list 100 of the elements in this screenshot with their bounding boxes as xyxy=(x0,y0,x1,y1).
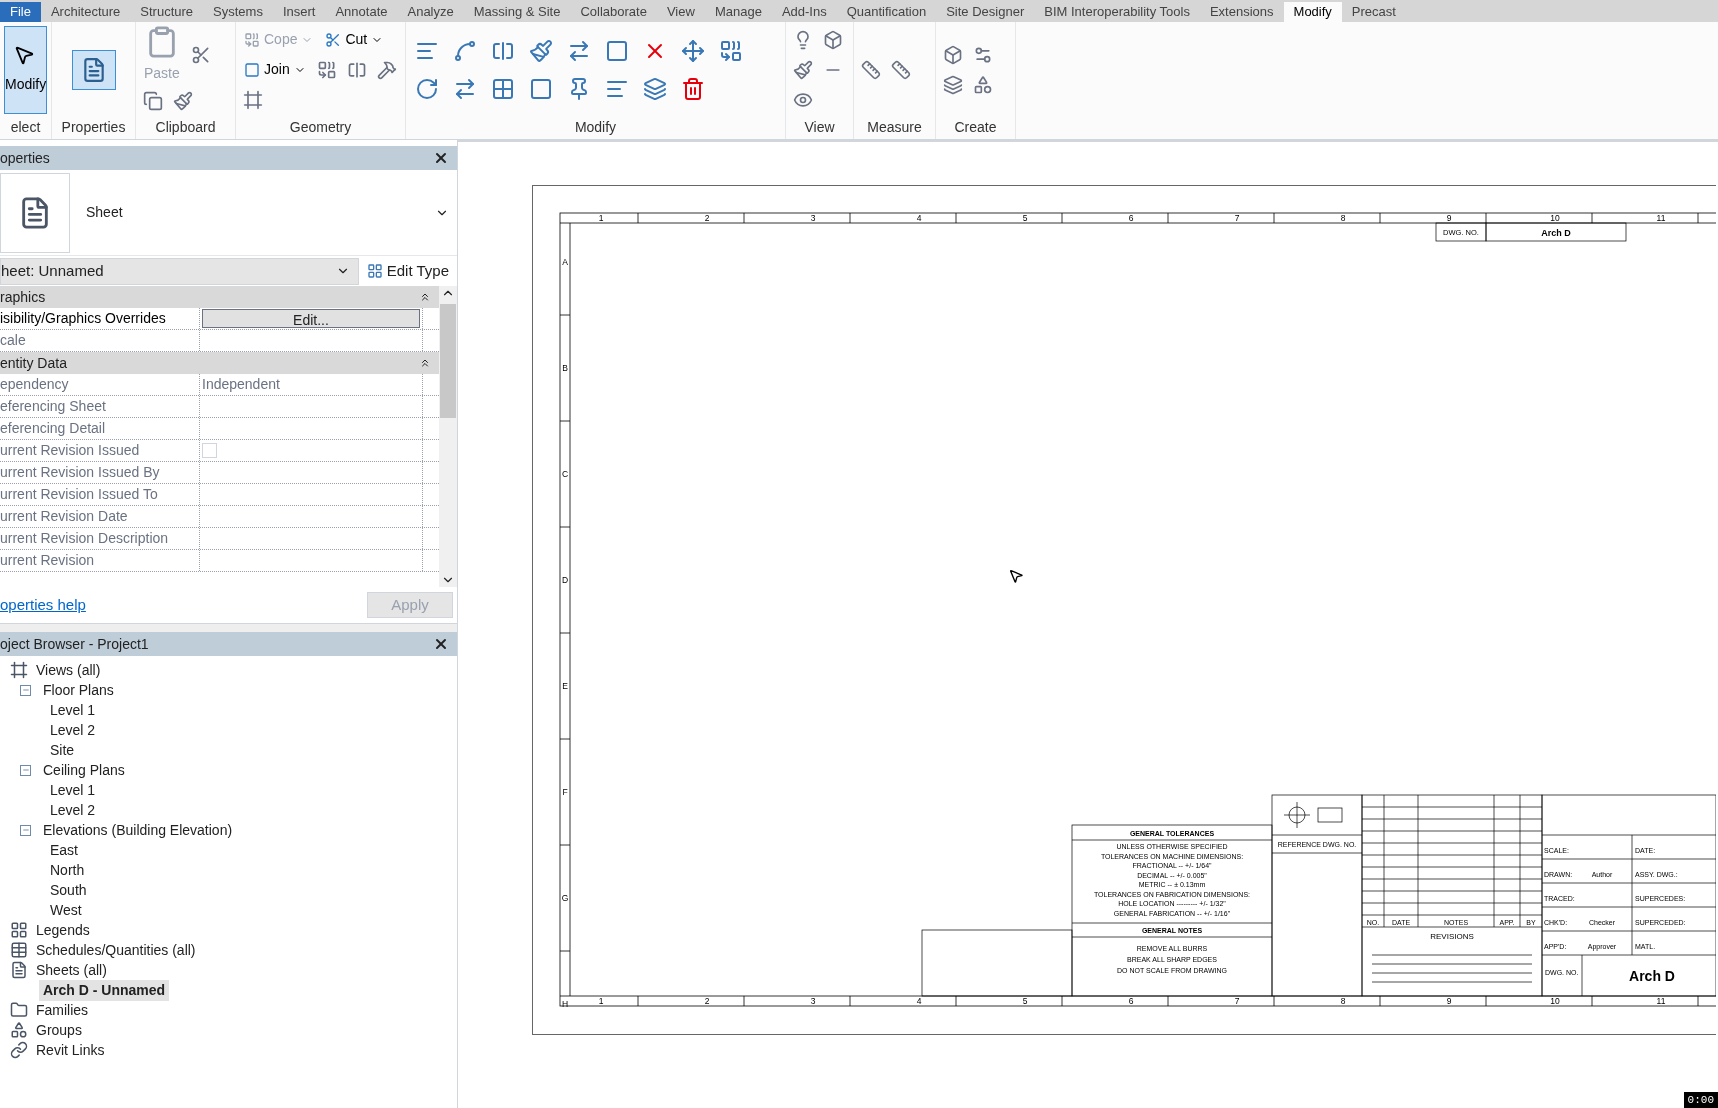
tool-icon[interactable] xyxy=(415,76,439,101)
tool-button[interactable]: Join xyxy=(240,56,310,83)
tool-icon[interactable] xyxy=(243,89,263,110)
property-label: urrent Revision Issued xyxy=(0,440,200,461)
tree-node-icon xyxy=(10,921,28,939)
tool-button[interactable]: Cut xyxy=(321,26,388,53)
minus-icon xyxy=(21,686,30,694)
section-header[interactable]: entity Data xyxy=(0,352,439,374)
ribbon-tab[interactable]: File xyxy=(0,2,41,22)
grid-label: 7 xyxy=(1234,996,1240,1006)
tree-item[interactable]: West xyxy=(46,899,86,921)
ribbon-tab[interactable]: Manage xyxy=(704,2,772,22)
tree-item[interactable]: Views (all) xyxy=(32,659,105,681)
panel-title: oject Browser - Project1 xyxy=(0,634,149,654)
tree-item[interactable]: Legends xyxy=(32,919,94,941)
collapse-toggle[interactable] xyxy=(20,684,31,696)
tool-icon[interactable] xyxy=(453,38,477,63)
tree-item[interactable]: Sheets (all) xyxy=(32,959,111,981)
grid-label: E xyxy=(562,681,568,691)
ribbon-tab[interactable]: BIM Interoperability Tools xyxy=(1034,2,1200,22)
grid-label: 11 xyxy=(1656,996,1666,1006)
grid-label: 3 xyxy=(810,213,816,223)
tree-item[interactable]: South xyxy=(46,879,91,901)
ribbon-tab[interactable]: Extensions xyxy=(1199,2,1284,22)
grid-label: 6 xyxy=(1128,996,1134,1006)
tool-icon[interactable] xyxy=(973,74,993,95)
tool-icon[interactable] xyxy=(605,38,629,63)
type-name: Sheet xyxy=(86,203,124,222)
scrollbar[interactable] xyxy=(439,286,457,587)
tree-item[interactable]: Arch D - Unnamed xyxy=(39,979,170,1001)
grid-label: 1 xyxy=(598,996,604,1006)
tree-item[interactable]: Groups xyxy=(32,1019,86,1041)
tree-item[interactable]: Level 2 xyxy=(46,719,100,741)
tool-icon[interactable] xyxy=(681,76,705,101)
tool-icon[interactable] xyxy=(793,59,813,80)
tool-icon[interactable] xyxy=(316,59,337,80)
tool-icon[interactable] xyxy=(529,38,553,63)
close-icon[interactable] xyxy=(433,150,449,166)
tool-icon[interactable] xyxy=(567,38,591,63)
tree-item[interactable]: North xyxy=(46,859,89,881)
grid-label: 5 xyxy=(1022,996,1028,1006)
tree-node-icon xyxy=(10,941,28,959)
tree-item[interactable]: Schedules/Quantities (all) xyxy=(32,939,200,961)
square-icon xyxy=(244,61,260,78)
scrollbar-thumb[interactable] xyxy=(440,304,456,418)
tool-icon[interactable] xyxy=(453,76,477,101)
ribbon-tab[interactable]: Architecture xyxy=(40,2,131,22)
ribbon-tab[interactable]: Modify xyxy=(1283,2,1342,22)
tool-icon[interactable] xyxy=(943,74,963,95)
grid-label: 8 xyxy=(1340,996,1346,1006)
modify-button[interactable]: Modify xyxy=(4,25,48,114)
tree-item[interactable]: Floor Plans xyxy=(39,679,118,701)
collapse-toggle[interactable] xyxy=(20,764,31,776)
help-link[interactable]: operties help xyxy=(0,593,86,617)
tool-icon[interactable] xyxy=(143,91,163,111)
ribbon-tab[interactable]: Site Designer xyxy=(936,2,1035,22)
section-title: entity Data xyxy=(0,353,67,373)
grid-label: 2 xyxy=(704,996,710,1006)
ribbon-tab[interactable]: Quantification xyxy=(836,2,937,22)
checkbox[interactable] xyxy=(202,443,217,458)
tree-item[interactable]: Revit Links xyxy=(32,1039,109,1061)
ribbon-tab[interactable]: Collaborate xyxy=(570,2,657,22)
tool-icon[interactable] xyxy=(719,38,743,63)
tree-item[interactable]: Level 2 xyxy=(46,799,100,821)
tool-icon[interactable] xyxy=(823,29,843,50)
close-icon[interactable] xyxy=(433,636,449,652)
edit-button[interactable]: Edit... xyxy=(202,309,420,328)
tool-icon[interactable] xyxy=(190,44,211,65)
ribbon-tab[interactable]: View xyxy=(656,2,705,22)
ribbon-tab[interactable]: Insert xyxy=(272,2,326,22)
tool-icon[interactable] xyxy=(861,59,881,80)
tool-icon[interactable] xyxy=(643,76,667,101)
type-selector[interactable]: heet: Unnamed xyxy=(0,257,359,285)
tool-icon[interactable] xyxy=(173,91,193,111)
ribbon-tab[interactable]: Add-Ins xyxy=(771,2,837,22)
grid-label: F xyxy=(562,787,568,797)
tree-item[interactable]: Families xyxy=(32,999,93,1021)
tool-icon[interactable] xyxy=(376,59,397,80)
tool-icon[interactable] xyxy=(491,76,515,101)
ribbon-tab[interactable]: Systems xyxy=(203,2,273,22)
collapse-toggle[interactable] xyxy=(20,824,31,836)
ribbon-tab[interactable]: Structure xyxy=(130,2,204,22)
ribbon-tab[interactable]: Analyze xyxy=(397,2,464,22)
tree-item[interactable]: East xyxy=(46,839,82,861)
property-label: urrent Revision Date xyxy=(0,506,200,527)
ribbon-tab[interactable]: Massing & Site xyxy=(463,2,571,22)
section-header[interactable]: raphics xyxy=(0,286,439,308)
edit-type-button[interactable]: Edit Type xyxy=(366,259,449,283)
tree-item[interactable]: Level 1 xyxy=(46,779,100,801)
tool-icon[interactable] xyxy=(681,38,705,63)
tool-icon[interactable] xyxy=(891,59,911,80)
tree-item[interactable]: Elevations (Building Elevation) xyxy=(39,819,237,841)
tool-icon[interactable] xyxy=(529,76,553,101)
ribbon-tab[interactable]: Annotate xyxy=(325,2,398,22)
tree-item[interactable]: Level 1 xyxy=(46,699,100,721)
tree-item[interactable]: Site xyxy=(46,739,79,761)
tree-item[interactable]: Ceiling Plans xyxy=(39,759,129,781)
ribbon-tab[interactable]: Precast xyxy=(1341,2,1406,22)
properties-button[interactable] xyxy=(71,49,116,90)
tool-icon[interactable] xyxy=(943,44,963,65)
